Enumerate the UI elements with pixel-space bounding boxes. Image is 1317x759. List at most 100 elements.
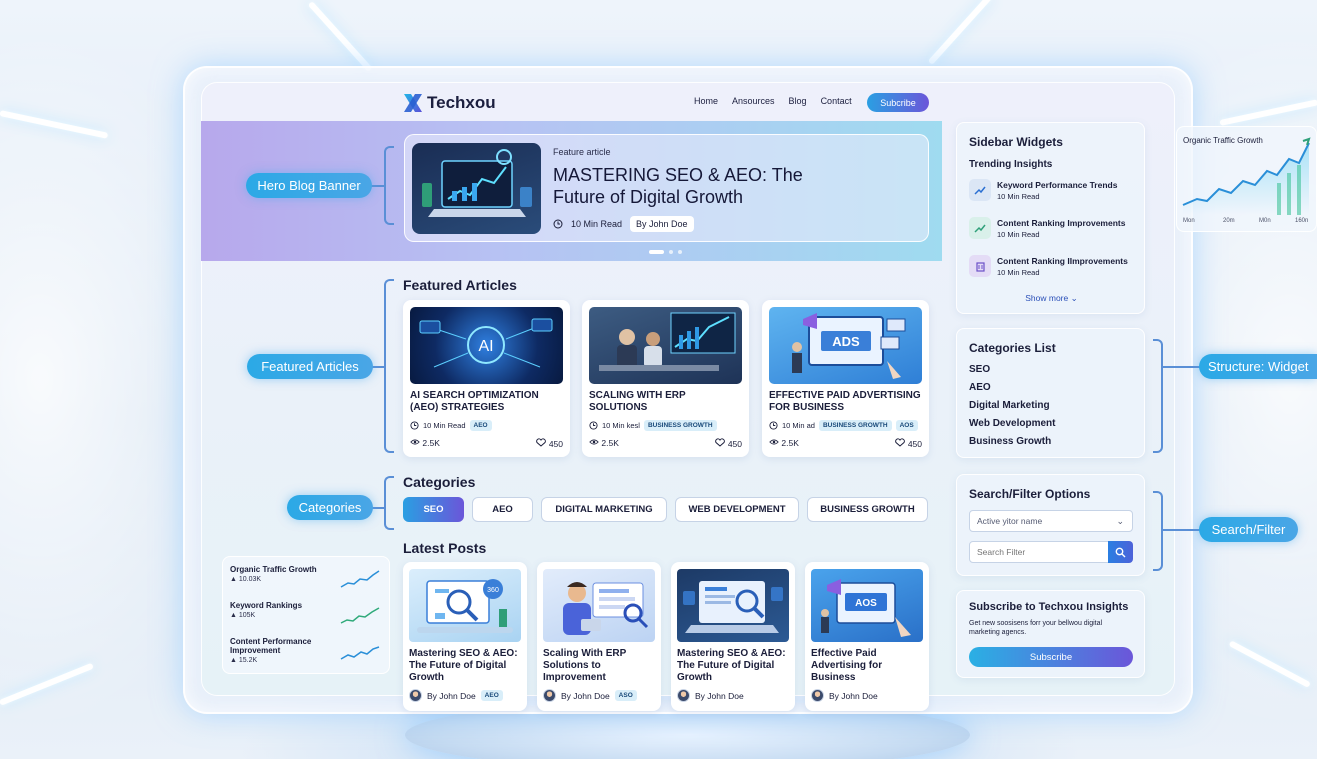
eye-icon (769, 439, 779, 445)
featured-card-meta: 10 Min kesl BUSINESS GROWTH (589, 420, 717, 431)
featured-card-title[interactable]: AI SEARCH OPTIMIZATION (AEO) STRATEGIES (410, 390, 565, 414)
avatar (409, 689, 422, 702)
category-link-digital-marketing[interactable]: Digital Marketing (969, 397, 1056, 415)
tag-badge[interactable]: AOS (895, 420, 918, 431)
likes-count[interactable]: 450 (536, 438, 563, 449)
tag-badge[interactable]: AEO (469, 420, 492, 431)
author-name[interactable]: By John Doe (829, 691, 878, 701)
stat-row: Content Performance Improvement ▲ 15.2K (230, 637, 384, 664)
trending-item-title: Keyword Performance Trends (997, 179, 1118, 190)
tag-badge[interactable]: BUSINESS GROWTH (643, 420, 717, 431)
carousel-dots (649, 250, 682, 254)
subscribe-text: Get new soosisens forr your bellwou digi… (969, 620, 1103, 636)
laptop-chart-illustration (422, 149, 532, 217)
search-button[interactable] (1108, 541, 1133, 563)
tag-badge[interactable]: AEO (480, 690, 503, 701)
author-name[interactable]: By John Doe (695, 691, 744, 701)
filter-select[interactable]: Active yitor name ⌄ (969, 510, 1133, 532)
post-card[interactable]: Mastering SEO & AEO: The Future of Digit… (671, 562, 795, 711)
trending-item[interactable]: Content Ranking IImprovements 10 Min Rea… (969, 255, 1128, 277)
hero-image (412, 143, 541, 234)
nav-blog[interactable]: Blog (789, 96, 807, 106)
heart-icon (536, 438, 547, 447)
category-link-aeo[interactable]: AEO (969, 379, 1056, 397)
category-chip-seo[interactable]: SEO (403, 497, 464, 522)
trending-item-title: Content Ranking Improvements (997, 217, 1126, 228)
views-count: 2.5K (589, 438, 619, 449)
category-chip-business-growth[interactable]: BUSINESS GROWTH (807, 497, 928, 522)
author-name[interactable]: By John Doe (561, 691, 610, 701)
category-chip-aeo[interactable]: AEO (472, 497, 533, 522)
featured-card-stats: 2.5K 450 (589, 438, 742, 449)
category-link-seo[interactable]: SEO (969, 361, 1056, 379)
featured-card[interactable]: AI AI SEARCH OPTIMIZATION (AEO) STRATEGI… (403, 300, 570, 457)
featured-card[interactable]: SCALING WITH ERP SOLUTIONS 10 Min kesl B… (582, 300, 749, 457)
carousel-dot[interactable] (678, 250, 682, 254)
latest-heading: Latest Posts (403, 540, 487, 556)
heart-icon (715, 438, 726, 447)
post-card-author: By John Doe (677, 689, 744, 702)
post-card[interactable]: Scaling With ERP Solutions to Improvemen… (537, 562, 661, 711)
category-link-web-development[interactable]: Web Development (969, 415, 1056, 433)
read-time: 10 Min kesl (602, 421, 640, 430)
views-count: 2.5K (410, 438, 440, 449)
nav-resources[interactable]: Ansources (732, 96, 775, 106)
post-card-title[interactable]: Mastering SEO & AEO: The Future of Digit… (677, 648, 791, 684)
x-tick-label: 160n (1295, 218, 1309, 224)
chevron-down-icon: ⌄ (1116, 515, 1124, 526)
post-card-title[interactable]: Scaling With ERP Solutions to Improvemen… (543, 648, 657, 684)
hero-title[interactable]: MASTERING SEO & AEO: The Future of Digit… (553, 164, 833, 208)
featured-card-title[interactable]: EFFECTIVE PAID ADVERTISING FOR BUSINESS (769, 390, 924, 414)
filter-select-value: Active yitor name (977, 516, 1043, 526)
likes-count[interactable]: 450 (715, 438, 742, 449)
ai-chip-label: AI (478, 338, 493, 355)
subscribe-button[interactable]: Subscribe (969, 647, 1133, 667)
author-name[interactable]: By John Doe (427, 691, 476, 701)
tag-badge[interactable]: BUSINESS GROWTH (818, 420, 892, 431)
likes-count[interactable]: 450 (895, 438, 922, 449)
trending-item-title: Content Ranking IImprovements (997, 255, 1128, 266)
post-card-title[interactable]: Mastering SEO & AEO: The Future of Digit… (409, 648, 523, 684)
sidebar-widgets-panel: Sidebar Widgets Trending Insights Keywor… (956, 122, 1145, 314)
featured-card-image: ADS (769, 307, 922, 384)
featured-heading: Featured Articles (403, 277, 517, 293)
show-more-link[interactable]: Show more ⌄ (957, 293, 1146, 304)
callout-structure-widget: Structure: Widget (1199, 354, 1317, 379)
callout-categories: Categories (287, 495, 373, 520)
trending-item[interactable]: Content Ranking Improvements 10 Min Read (969, 217, 1125, 239)
search-input[interactable] (969, 541, 1109, 563)
trending-item-meta: 10 Min Read (997, 267, 1040, 277)
category-chip-web-development[interactable]: WEB DEVELOPMENT (675, 497, 799, 522)
tag-badge[interactable]: ASO (614, 690, 637, 701)
carousel-dot-active[interactable] (649, 250, 664, 254)
views-count: 2.5K (769, 438, 799, 449)
carousel-dot[interactable] (669, 250, 673, 254)
trending-title: Trending Insights (969, 159, 1053, 170)
nav-contact[interactable]: Contact (821, 96, 852, 106)
search-connector (1163, 529, 1201, 531)
featured-card-title[interactable]: SCALING WITH ERP SOLUTIONS (589, 390, 744, 414)
categories-heading: Categories (403, 474, 476, 490)
search-bracket (1153, 491, 1163, 571)
hero-read-time: 10 Min Read (571, 219, 623, 229)
post-card[interactable]: 360 Mastering SEO & AEO: The Future of D… (403, 562, 527, 711)
structure-connector (1163, 366, 1201, 368)
header-subscribe-button[interactable]: Subcribe (867, 93, 929, 112)
featured-card-image: AI (410, 307, 563, 384)
category-chip-digital-marketing[interactable]: DIGITAL MARKETING (541, 497, 667, 522)
post-card[interactable]: AOS Effective Paid Advertising for Busin… (805, 562, 929, 711)
avatar (811, 689, 824, 702)
search-filter-panel: Search/Filter Options Active yitor name … (956, 474, 1145, 576)
category-link-business-growth[interactable]: Business Growth (969, 433, 1056, 451)
logo[interactable]: Techxou (402, 92, 496, 114)
featured-card[interactable]: ADS EFFECTIVE PAID ADVERTISING FOR BUSIN… (762, 300, 929, 457)
ads-screen-label: AOS (855, 598, 877, 609)
post-card-title[interactable]: Effective Paid Advertising for Business (811, 648, 925, 684)
chevron-down-icon: ⌄ (1070, 293, 1078, 303)
trending-item[interactable]: Keyword Performance Trends 10 Min Read (969, 179, 1117, 201)
read-time: 10 Min ad (782, 421, 815, 430)
nav-home[interactable]: Home (694, 96, 718, 106)
categories-list-panel: Categories List SEO AEO Digital Marketin… (956, 328, 1145, 458)
callout-hero-banner: Hero Blog Banner (246, 173, 372, 198)
hero-author[interactable]: By John Doe (630, 216, 694, 232)
